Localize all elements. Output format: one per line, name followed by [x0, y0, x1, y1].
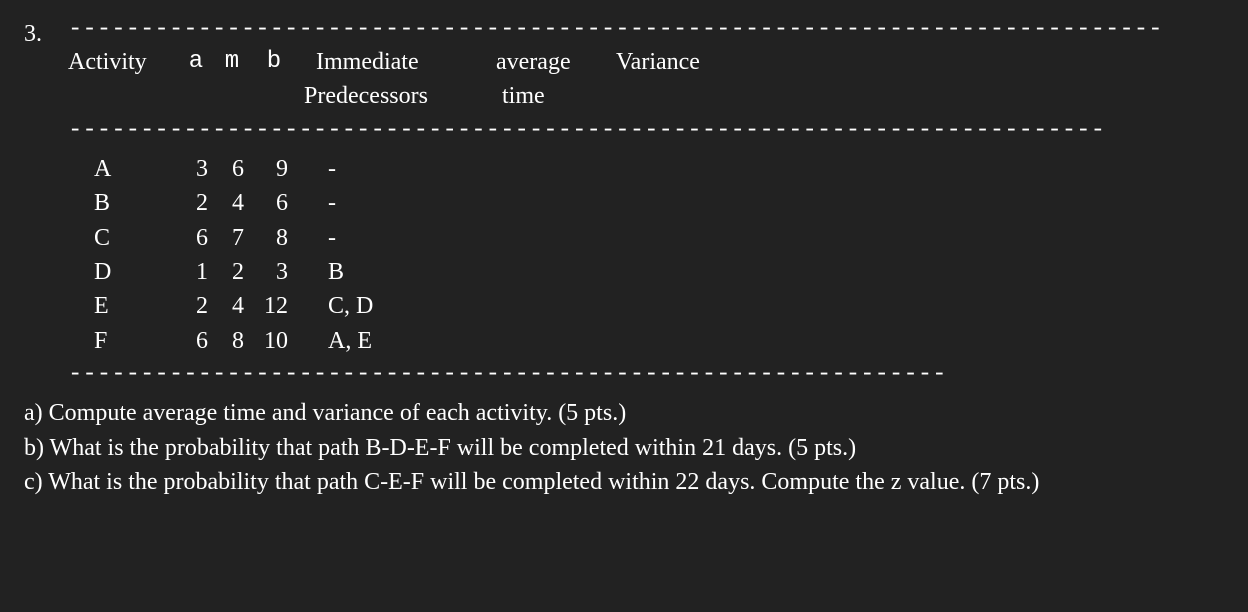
- header-predecessors-1: Immediate: [298, 46, 496, 78]
- cell-b: 10: [250, 325, 298, 357]
- cell-m: 2: [214, 256, 250, 288]
- header-variance: Variance: [616, 46, 746, 78]
- cell-a: 2: [178, 187, 214, 219]
- cell-activity: C: [68, 222, 178, 254]
- problem-container: 3. -------------------------------------…: [0, 0, 1248, 520]
- cell-a: 1: [178, 256, 214, 288]
- cell-pred: -: [298, 153, 478, 185]
- cell-b: 8: [250, 222, 298, 254]
- bottom-divider: ----------------------------------------…: [68, 363, 1228, 387]
- table-row: B 2 4 6 -: [68, 187, 1228, 219]
- cell-b: 9: [250, 153, 298, 185]
- questions: a) Compute average time and variance of …: [24, 397, 1228, 498]
- cell-m: 4: [214, 187, 250, 219]
- table-header-row-1: Activity a m b Immediate average Varianc…: [68, 46, 1228, 78]
- cell-m: 4: [214, 290, 250, 322]
- header-predecessors-2: Predecessors: [298, 80, 484, 112]
- header-b: b: [250, 46, 298, 78]
- table-header-row-2: Predecessors time: [68, 80, 1228, 112]
- table-row: F 6 8 10 A, E: [68, 325, 1228, 357]
- cell-activity: D: [68, 256, 178, 288]
- cell-m: 7: [214, 222, 250, 254]
- header-activity: Activity: [68, 46, 178, 78]
- cell-m: 8: [214, 325, 250, 357]
- cell-pred: B: [298, 256, 478, 288]
- cell-pred: -: [298, 187, 478, 219]
- cell-b: 3: [250, 256, 298, 288]
- table-body: A 3 6 9 - B 2 4 6 - C 6 7 8: [68, 153, 1228, 357]
- cell-activity: F: [68, 325, 178, 357]
- table-row: E 2 4 12 C, D: [68, 290, 1228, 322]
- header-m: m: [214, 46, 250, 78]
- cell-m: 6: [214, 153, 250, 185]
- cell-a: 2: [178, 290, 214, 322]
- header-average-1: average: [496, 46, 616, 78]
- cell-b: 6: [250, 187, 298, 219]
- question-b: b) What is the probability that path B-D…: [24, 432, 1228, 464]
- question-a: a) Compute average time and variance of …: [24, 397, 1228, 429]
- problem-content: ----------------------------------------…: [68, 18, 1228, 500]
- cell-a: 6: [178, 222, 214, 254]
- cell-activity: B: [68, 187, 178, 219]
- mid-divider: ----------------------------------------…: [68, 119, 1228, 143]
- problem-row: 3. -------------------------------------…: [24, 18, 1228, 500]
- problem-number: 3.: [24, 18, 68, 50]
- question-c: c) What is the probability that path C-E…: [24, 466, 1228, 498]
- cell-pred: A, E: [298, 325, 478, 357]
- cell-a: 6: [178, 325, 214, 357]
- cell-pred: C, D: [298, 290, 478, 322]
- top-divider: ----------------------------------------…: [68, 18, 1228, 42]
- cell-b: 12: [250, 290, 298, 322]
- cell-a: 3: [178, 153, 214, 185]
- cell-activity: A: [68, 153, 178, 185]
- table-row: D 1 2 3 B: [68, 256, 1228, 288]
- cell-activity: E: [68, 290, 178, 322]
- header-average-2: time: [484, 80, 622, 112]
- header-a: a: [178, 46, 214, 78]
- table-row: C 6 7 8 -: [68, 222, 1228, 254]
- table-row: A 3 6 9 -: [68, 153, 1228, 185]
- cell-pred: -: [298, 222, 478, 254]
